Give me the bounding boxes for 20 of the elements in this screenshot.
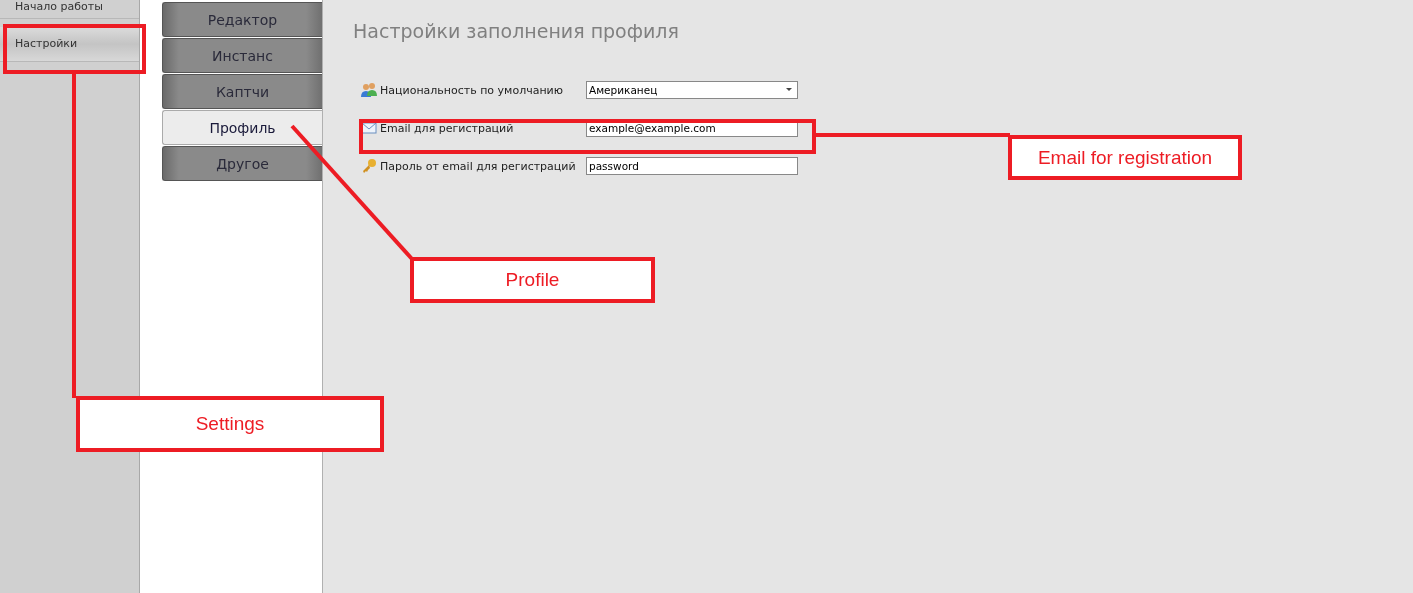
panel-title: Настройки заполнения профиля [353, 20, 680, 42]
callout-label: Email for registration [1008, 135, 1242, 180]
tab[interactable]: Профиль [162, 110, 322, 145]
field-label: Пароль от email для регистраций [380, 159, 577, 173]
key-icon [361, 158, 377, 174]
dropdown[interactable]: Американец [586, 81, 798, 99]
sidebar-item[interactable]: Настройки [0, 27, 139, 62]
callout-label: Settings [76, 396, 384, 452]
caret-icon [786, 88, 792, 92]
tab[interactable]: Редактор [162, 2, 322, 37]
field-label: Email для регистраций [380, 121, 515, 135]
tab[interactable]: Другое [162, 146, 322, 181]
tab[interactable]: Инстанс [162, 38, 322, 73]
users-icon [361, 82, 377, 98]
callout-label: Profile [410, 257, 655, 303]
sidebar-item[interactable]: Начало работы [0, 0, 139, 19]
envelope-icon [361, 120, 377, 136]
field-label: Национальность по умолчанию [380, 83, 564, 97]
input-field[interactable]: password [586, 157, 798, 175]
tab[interactable]: Каптчи [162, 74, 322, 109]
